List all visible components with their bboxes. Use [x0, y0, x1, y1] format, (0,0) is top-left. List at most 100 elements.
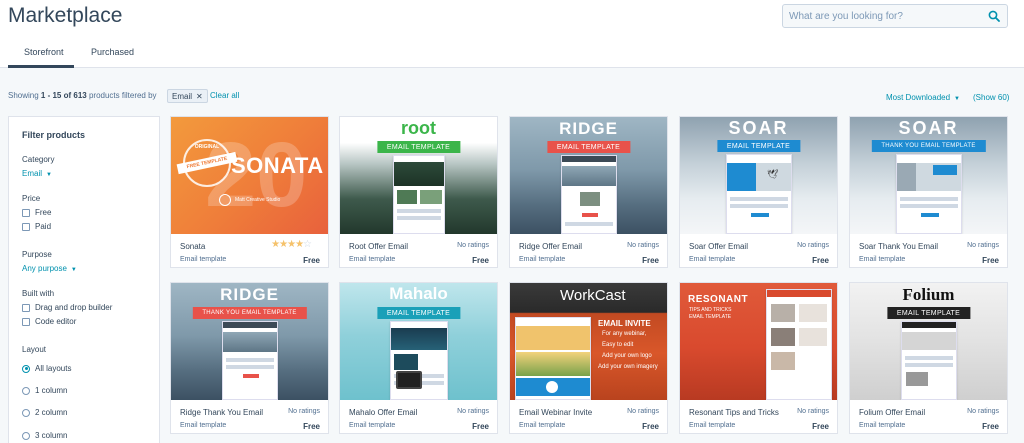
checkbox[interactable]	[22, 317, 30, 326]
thumb-line: Add your own imagery	[598, 364, 658, 370]
search-box[interactable]	[782, 4, 1008, 28]
sort-dropdown[interactable]: Most Downloaded ▼	[886, 93, 960, 102]
code-editor-checkbox[interactable]: Code editor	[22, 317, 76, 326]
product-name[interactable]: Ridge Thank You Email	[180, 408, 263, 417]
thumb-logo-text: SOAR	[728, 118, 789, 138]
thumb-ribbon: THANK YOU EMAIL TEMPLATE	[192, 307, 307, 319]
product-name[interactable]: Soar Thank You Email	[859, 242, 938, 251]
product-thumbnail[interactable]: RIDGE EMAIL TEMPLATE	[510, 117, 667, 234]
product-card[interactable]: RESONANT TIPS AND TRICKS EMAIL TEMPLATE …	[679, 282, 838, 434]
product-card[interactable]: WorkCast EMAIL INVITE For any webinar, E…	[509, 282, 668, 434]
thumb-logo-text: Mahalo	[389, 284, 448, 303]
checkbox-label: Drag and drop builder	[35, 303, 113, 312]
product-card[interactable]: SOAR EMAIL TEMPLATE 🕊 Soar Offer Email N…	[679, 116, 838, 268]
chevron-down-icon: ▼	[46, 172, 52, 178]
layout-all-radio[interactable]: All layouts	[22, 364, 71, 373]
template-preview	[222, 321, 278, 400]
product-card[interactable]: Folium EMAIL TEMPLATE Folium Offer Email…	[849, 282, 1008, 434]
product-thumbnail[interactable]: SOAR THANK YOU EMAIL TEMPLATE	[850, 117, 1007, 234]
thumb-logo-text: RIDGE	[220, 285, 279, 304]
rating-text: No ratings	[457, 242, 489, 249]
radio[interactable]	[22, 386, 30, 395]
product-type: Email template	[859, 422, 906, 429]
thumb-credit: Matt Creative Studio	[235, 197, 281, 203]
remove-filter-icon[interactable]: ✕	[196, 92, 203, 101]
thumb-ribbon: EMAIL TEMPLATE	[376, 141, 461, 153]
clear-all-link[interactable]: Clear all	[210, 91, 239, 100]
layout-2-column-radio[interactable]: 2 column	[22, 408, 67, 417]
results-prefix: Showing	[8, 91, 41, 100]
radio-label: All layouts	[35, 364, 72, 373]
product-name[interactable]: Folium Offer Email	[859, 408, 925, 417]
template-preview	[515, 317, 591, 400]
product-type: Email template	[349, 256, 396, 263]
checkbox[interactable]	[22, 208, 30, 217]
product-card[interactable]: SOAR THANK YOU EMAIL TEMPLATE Soar Thank…	[849, 116, 1008, 268]
product-thumbnail[interactable]: Mahalo EMAIL TEMPLATE	[340, 283, 497, 400]
radio-selected[interactable]	[22, 364, 30, 373]
product-thumbnail[interactable]: SOAR EMAIL TEMPLATE 🕊	[680, 117, 837, 234]
search-icon[interactable]	[988, 10, 1000, 22]
rating-text: No ratings	[967, 242, 999, 249]
product-thumbnail[interactable]: 20 ORIGINAL FREE TEMPLATE SONATA Matt Cr…	[171, 117, 328, 234]
rating-text: No ratings	[627, 242, 659, 249]
thumb-logo-text: root	[401, 118, 436, 138]
product-name[interactable]: Sonata	[180, 242, 205, 251]
product-type: Email template	[519, 422, 566, 429]
product-name[interactable]: Resonant Tips and Tricks	[689, 408, 779, 417]
category-dropdown[interactable]: Email ▼	[22, 169, 52, 178]
price-paid-checkbox[interactable]: Paid	[22, 222, 51, 231]
template-preview	[561, 155, 617, 234]
radio-label: 3 column	[35, 431, 68, 440]
product-thumbnail[interactable]: WorkCast EMAIL INVITE For any webinar, E…	[510, 283, 667, 400]
tab-purchased[interactable]: Purchased	[91, 47, 134, 57]
product-thumbnail[interactable]: RIDGE THANK YOU EMAIL TEMPLATE	[171, 283, 328, 400]
tab-storefront[interactable]: Storefront	[24, 47, 64, 57]
checkbox-label: Code editor	[35, 317, 77, 326]
product-thumbnail[interactable]: RESONANT TIPS AND TRICKS EMAIL TEMPLATE	[680, 283, 837, 400]
radio[interactable]	[22, 408, 30, 417]
product-name[interactable]: Root Offer Email	[349, 242, 408, 251]
product-type: Email template	[349, 422, 396, 429]
template-preview	[896, 154, 962, 234]
thumb-logo-text: WorkCast	[560, 287, 626, 304]
thumb-ribbon: EMAIL TEMPLATE	[886, 307, 971, 319]
tablet-icon	[396, 371, 422, 389]
radio[interactable]	[22, 431, 30, 440]
rating-text: No ratings	[797, 408, 829, 415]
show-60-link[interactable]: (Show 60)	[973, 93, 1009, 102]
product-type: Email template	[689, 256, 736, 263]
product-card[interactable]: root EMAIL TEMPLATE Root Offer Email No …	[339, 116, 498, 268]
price-free-checkbox[interactable]: Free	[22, 208, 51, 217]
product-name[interactable]: Email Webinar Invite	[519, 408, 592, 417]
product-type: Email template	[180, 422, 227, 429]
template-preview	[766, 289, 832, 400]
rating-text: No ratings	[627, 408, 659, 415]
checkbox[interactable]	[22, 303, 30, 312]
product-card[interactable]: 20 ORIGINAL FREE TEMPLATE SONATA Matt Cr…	[170, 116, 329, 268]
checkbox-label: Paid	[35, 222, 52, 231]
product-card[interactable]: RIDGE THANK YOU EMAIL TEMPLATE Ridge Tha…	[170, 282, 329, 434]
product-name[interactable]: Soar Offer Email	[689, 242, 748, 251]
purpose-dropdown[interactable]: Any purpose ▼	[22, 264, 77, 273]
thumb-ribbon: THANK YOU EMAIL TEMPLATE	[871, 140, 986, 152]
layout-1-column-radio[interactable]: 1 column	[22, 386, 67, 395]
drag-drop-checkbox[interactable]: Drag and drop builder	[22, 303, 112, 312]
product-price: Free	[812, 422, 829, 431]
thumb-logo-text: Folium	[902, 285, 955, 304]
layout-3-column-radio[interactable]: 3 column	[22, 431, 67, 440]
product-card[interactable]: RIDGE EMAIL TEMPLATE Ridge Offer Email N…	[509, 116, 668, 268]
product-name[interactable]: Ridge Offer Email	[519, 242, 582, 251]
product-card[interactable]: Mahalo EMAIL TEMPLATE Mahalo Offer Email…	[339, 282, 498, 434]
product-type: Email template	[859, 256, 906, 263]
thumb-line: Easy to edit	[602, 342, 634, 348]
purpose-value: Any purpose	[22, 264, 67, 273]
product-price: Free	[472, 422, 489, 431]
category-value: Email	[22, 169, 43, 178]
search-input[interactable]	[789, 8, 979, 24]
product-name[interactable]: Mahalo Offer Email	[349, 408, 417, 417]
checkbox[interactable]	[22, 222, 30, 231]
product-thumbnail[interactable]: Folium EMAIL TEMPLATE	[850, 283, 1007, 400]
product-thumbnail[interactable]: root EMAIL TEMPLATE	[340, 117, 497, 234]
thumb-sub2: EMAIL TEMPLATE	[689, 314, 732, 320]
